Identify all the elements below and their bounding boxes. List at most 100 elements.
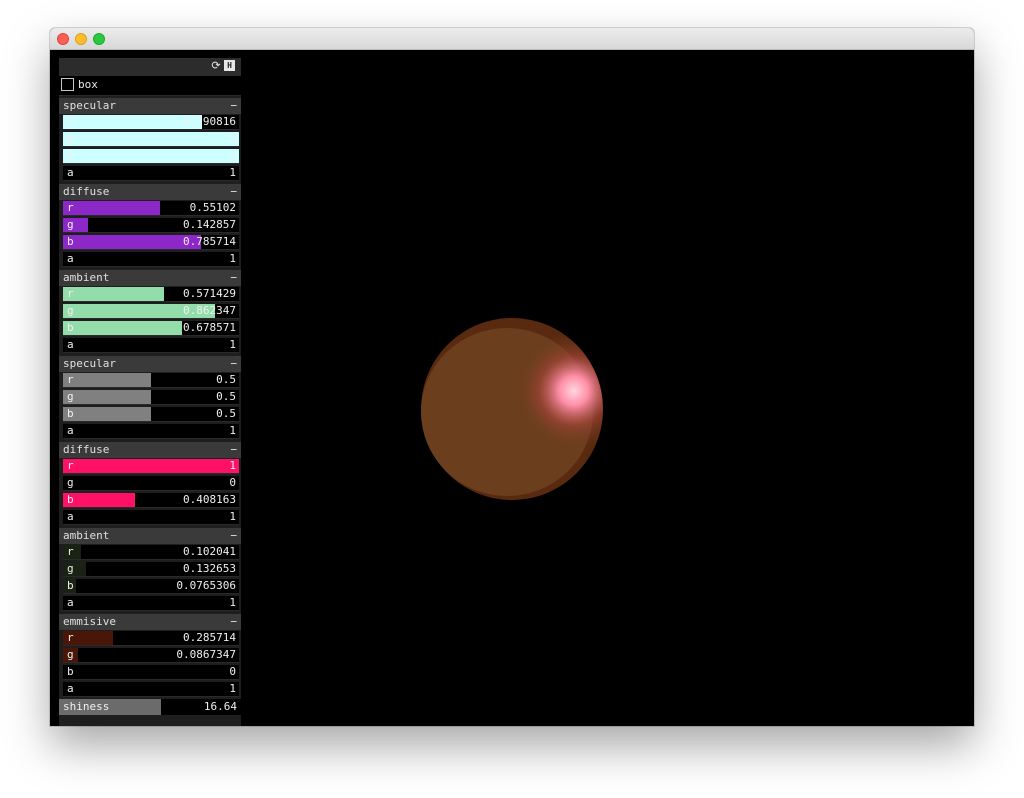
- slider-track[interactable]: b1: [63, 149, 239, 164]
- slider-label: a: [67, 252, 74, 265]
- slider-track[interactable]: r 0.285714: [63, 631, 239, 646]
- slider-track[interactable]: b 0.0765306: [63, 579, 239, 594]
- slider-track[interactable]: b 0.678571: [63, 321, 239, 336]
- box-toggle[interactable]: box: [59, 76, 241, 96]
- slider-a[interactable]: a1: [59, 251, 241, 268]
- slider-fill: [63, 149, 239, 163]
- slider-track[interactable]: r 0.790816: [63, 115, 239, 130]
- group-header[interactable]: ambient −: [59, 528, 241, 544]
- render-viewport[interactable]: ⟳ H box specular − r 0.790816 g 1 b 1 a 1 diffuse −…: [50, 50, 974, 726]
- slider-g[interactable]: g 0.0867347: [59, 647, 241, 664]
- slider-label: r: [67, 287, 74, 300]
- slider-fill: [63, 115, 203, 129]
- slider-track[interactable]: a1: [63, 252, 239, 267]
- collapse-icon[interactable]: −: [230, 184, 237, 200]
- slider-a[interactable]: a1: [59, 681, 241, 698]
- slider-b[interactable]: b0: [59, 664, 241, 681]
- slider-track[interactable]: r 0.102041: [63, 545, 239, 560]
- slider-track[interactable]: g 0.5: [63, 390, 239, 405]
- slider-track[interactable]: a1: [63, 596, 239, 611]
- close-button[interactable]: [57, 33, 69, 45]
- save-icon[interactable]: H: [224, 60, 235, 71]
- slider-r[interactable]: r1: [59, 458, 241, 475]
- slider-track[interactable]: b0: [63, 665, 239, 680]
- slider-track[interactable]: g1: [63, 132, 239, 147]
- slider-value: 0.55102: [189, 201, 236, 214]
- slider-track[interactable]: b 0.5: [63, 407, 239, 422]
- slider-a[interactable]: a1: [59, 509, 241, 526]
- title-bar: [50, 28, 974, 50]
- slider-g[interactable]: g0: [59, 475, 241, 492]
- slider-value: 0.285714: [183, 631, 236, 644]
- slider-track[interactable]: r 0.571429: [63, 287, 239, 302]
- shininess-slider[interactable]: shiness 16.64: [59, 699, 241, 715]
- slider-g[interactable]: g1: [59, 131, 241, 148]
- slider-a[interactable]: a1: [59, 337, 241, 354]
- collapse-icon[interactable]: −: [230, 270, 237, 286]
- collapse-icon[interactable]: −: [230, 356, 237, 372]
- slider-track[interactable]: r 0.55102: [63, 201, 239, 216]
- group-header[interactable]: ambient −: [59, 270, 241, 286]
- slider-value: 0.571429: [183, 287, 236, 300]
- group-header[interactable]: diffuse −: [59, 442, 241, 458]
- slider-a[interactable]: a1: [59, 595, 241, 612]
- slider-r[interactable]: r 0.571429: [59, 286, 241, 303]
- refresh-icon[interactable]: ⟳: [210, 60, 222, 72]
- slider-value: 0.790816: [183, 115, 236, 128]
- material-control-panel: ⟳ H box specular − r 0.790816 g 1 b 1 a 1 diffuse −…: [59, 58, 241, 726]
- slider-track[interactable]: r1: [63, 459, 239, 474]
- slider-a[interactable]: a1: [59, 165, 241, 182]
- group-header[interactable]: diffuse −: [59, 184, 241, 200]
- slider-r[interactable]: r 0.5: [59, 372, 241, 389]
- slider-b[interactable]: b 0.785714: [59, 234, 241, 251]
- group-header[interactable]: emmisive −: [59, 614, 241, 630]
- slider-label: r: [67, 631, 74, 644]
- slider-value: 1: [229, 510, 236, 523]
- collapse-icon[interactable]: −: [230, 98, 237, 114]
- group-header[interactable]: specular −: [59, 356, 241, 372]
- slider-label: a: [67, 682, 74, 695]
- slider-track[interactable]: a1: [63, 510, 239, 525]
- zoom-button[interactable]: [93, 33, 105, 45]
- slider-g[interactable]: g 0.142857: [59, 217, 241, 234]
- slider-track[interactable]: g 0.862347: [63, 304, 239, 319]
- slider-g[interactable]: g 0.862347: [59, 303, 241, 320]
- slider-g[interactable]: g 0.5: [59, 389, 241, 406]
- group-specular: specular − r 0.5 g 0.5 b 0.5 a 1: [59, 356, 241, 440]
- collapse-icon[interactable]: −: [230, 528, 237, 544]
- collapse-icon[interactable]: −: [230, 442, 237, 458]
- group-header[interactable]: specular −: [59, 98, 241, 114]
- slider-b[interactable]: b1: [59, 148, 241, 165]
- slider-track[interactable]: g 0.142857: [63, 218, 239, 233]
- slider-value: 0.5: [216, 407, 236, 420]
- slider-fill: [63, 459, 239, 473]
- slider-r[interactable]: r 0.102041: [59, 544, 241, 561]
- group-title: diffuse: [63, 185, 110, 198]
- slider-r[interactable]: r 0.285714: [59, 630, 241, 647]
- slider-track[interactable]: g 0.0867347: [63, 648, 239, 663]
- slider-g[interactable]: g 0.132653: [59, 561, 241, 578]
- collapse-icon[interactable]: −: [230, 614, 237, 630]
- slider-track[interactable]: a1: [63, 338, 239, 353]
- slider-b[interactable]: b 0.0765306: [59, 578, 241, 595]
- slider-track[interactable]: b 0.408163: [63, 493, 239, 508]
- slider-track[interactable]: g 0.132653: [63, 562, 239, 577]
- slider-b[interactable]: b 0.678571: [59, 320, 241, 337]
- minimize-button[interactable]: [75, 33, 87, 45]
- slider-track[interactable]: a1: [63, 424, 239, 439]
- slider-value: 1: [229, 252, 236, 265]
- box-checkbox[interactable]: [61, 78, 74, 91]
- slider-track[interactable]: r 0.5: [63, 373, 239, 388]
- slider-track[interactable]: g0: [63, 476, 239, 491]
- slider-r[interactable]: r 0.55102: [59, 200, 241, 217]
- slider-a[interactable]: a1: [59, 423, 241, 440]
- slider-fill: [63, 390, 151, 404]
- slider-r[interactable]: r 0.790816: [59, 114, 241, 131]
- slider-track[interactable]: a1: [63, 682, 239, 697]
- slider-track[interactable]: b 0.785714: [63, 235, 239, 250]
- shininess-track[interactable]: shiness 16.64: [59, 699, 241, 715]
- slider-track[interactable]: a1: [63, 166, 239, 181]
- slider-label: a: [67, 424, 74, 437]
- slider-b[interactable]: b 0.408163: [59, 492, 241, 509]
- slider-b[interactable]: b 0.5: [59, 406, 241, 423]
